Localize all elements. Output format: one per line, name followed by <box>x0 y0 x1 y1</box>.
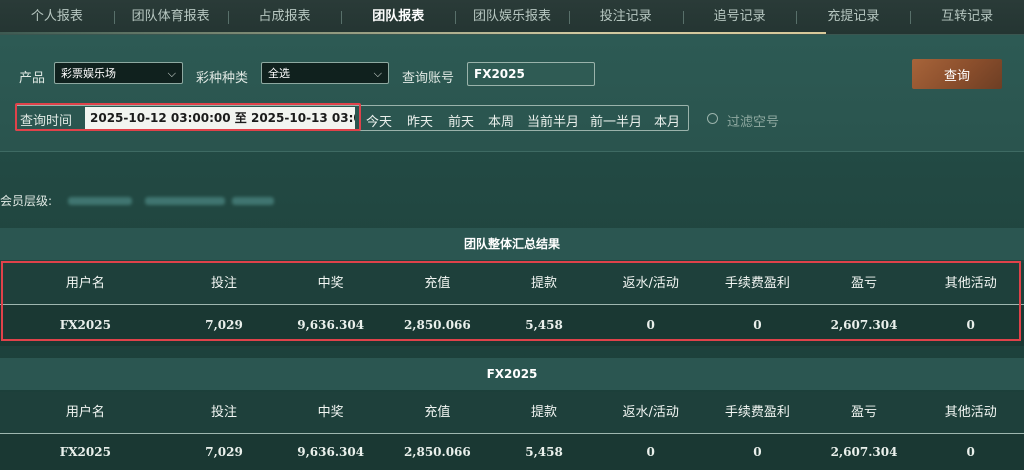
summary-title: 团队整体汇总结果 <box>0 228 1024 260</box>
column-header: 用户名 <box>65 405 105 420</box>
table-cell: 0 <box>753 318 762 332</box>
member-level-label: 会员层级: <box>0 194 53 208</box>
tab-personal-report[interactable]: 个人报表 <box>0 0 114 34</box>
column-header: 返水/活动 <box>622 276 679 291</box>
tab-transfer-records[interactable]: 互转记录 <box>910 0 1024 34</box>
query-button[interactable]: 查询 <box>912 59 1002 89</box>
quick-range-this-week[interactable]: 本周 <box>488 111 514 130</box>
column-header: 手续费盈利 <box>724 276 790 291</box>
tab-team-report[interactable]: 团队报表 <box>341 0 455 34</box>
tab-chase-records[interactable]: 追号记录 <box>682 0 797 34</box>
column-header: 提款 <box>531 276 558 291</box>
table-row: FX2025 7,029 9,636.304 2,850.066 5,458 0… <box>0 433 1024 470</box>
lottery-type-select-value: 全选 <box>268 67 290 80</box>
column-header: 其他活动 <box>944 276 997 291</box>
table-cell: 7,029 <box>205 445 243 459</box>
team-report-page: 个人报表 团队体育报表 占成报表 团队报表 团队娱乐报表 投注记录 追号记录 充… <box>0 0 1024 470</box>
column-header: 返水/活动 <box>622 405 679 420</box>
column-header: 提款 <box>531 405 558 420</box>
column-header: 投注 <box>211 405 238 420</box>
tab-team-entertainment-report[interactable]: 团队娱乐报表 <box>455 0 569 34</box>
tab-team-sports-report[interactable]: 团队体育报表 <box>113 0 228 34</box>
table-cell: FX2025 <box>59 445 111 459</box>
quick-range-this-month[interactable]: 本月 <box>654 111 680 130</box>
product-select-value: 彩票娱乐场 <box>61 67 116 80</box>
table-cell: 2,607.304 <box>830 318 898 332</box>
quick-range-yesterday[interactable]: 昨天 <box>407 111 433 130</box>
lottery-type-label: 彩种种类 <box>196 71 249 86</box>
column-header: 其他活动 <box>944 405 997 420</box>
filter-empty-radio[interactable] <box>707 113 718 124</box>
detail-title: FX2025 <box>0 358 1024 390</box>
detail-table: 用户名 投注 中奖 充值 提款 返水/活动 手续费盈利 盈亏 其他活动 FX20… <box>0 392 1024 470</box>
chevron-down-icon: ⌵ <box>167 67 176 80</box>
table-row: FX2025 7,029 9,636.304 2,850.066 5,458 0… <box>0 304 1024 346</box>
quick-range-today[interactable]: 今天 <box>366 111 392 130</box>
tab-share-report[interactable]: 占成报表 <box>227 0 342 34</box>
chevron-down-icon: ⌵ <box>373 67 382 80</box>
filter-empty-label[interactable]: 过滤空号 <box>727 111 779 130</box>
column-header: 盈亏 <box>851 276 878 291</box>
table-cell: 7,029 <box>205 318 243 332</box>
table-cell: FX2025 <box>59 318 111 332</box>
tab-deposit-withdraw-records[interactable]: 充提记录 <box>796 0 910 34</box>
column-header: 充值 <box>424 276 451 291</box>
member-level-blurred <box>232 197 274 205</box>
table-header: 用户名 投注 中奖 充值 提款 返水/活动 手续费盈利 盈亏 其他活动 <box>0 392 1024 433</box>
column-header: 中奖 <box>317 405 344 420</box>
lottery-type-select[interactable]: 全选 ⌵ <box>261 62 389 84</box>
product-label: 产品 <box>19 71 46 86</box>
table-cell: 0 <box>646 445 655 459</box>
time-highlight-box <box>15 103 361 131</box>
column-header: 手续费盈利 <box>724 405 790 420</box>
tab-underline <box>0 32 826 34</box>
column-header: 用户名 <box>65 276 105 291</box>
account-input[interactable] <box>467 62 595 86</box>
table-cell: 2,607.304 <box>830 445 898 459</box>
member-level-blurred <box>68 197 132 205</box>
table-cell: 2,850.066 <box>403 445 471 459</box>
table-cell: 9,636.304 <box>297 318 365 332</box>
table-cell: 2,850.066 <box>403 318 471 332</box>
column-header: 盈亏 <box>851 405 878 420</box>
account-label: 查询账号 <box>402 71 455 86</box>
product-select[interactable]: 彩票娱乐场 ⌵ <box>54 62 183 84</box>
column-header: 中奖 <box>317 276 344 291</box>
quick-range-day-before[interactable]: 前天 <box>448 111 474 130</box>
table-cell: 0 <box>646 318 655 332</box>
column-header: 充值 <box>424 405 451 420</box>
table-cell: 0 <box>966 445 975 459</box>
tab-bet-records[interactable]: 投注记录 <box>568 0 683 34</box>
quick-range-previous-half-month[interactable]: 前一半月 <box>590 111 642 130</box>
quick-range-current-half-month[interactable]: 当前半月 <box>527 111 579 130</box>
table-cell: 5,458 <box>525 318 563 332</box>
column-header: 投注 <box>211 276 238 291</box>
table-cell: 0 <box>966 318 975 332</box>
table-cell: 5,458 <box>525 445 563 459</box>
table-header: 用户名 投注 中奖 充值 提款 返水/活动 手续费盈利 盈亏 其他活动 <box>0 263 1024 304</box>
table-cell: 9,636.304 <box>297 445 365 459</box>
table-cell: 0 <box>753 445 762 459</box>
member-level-blurred <box>145 197 225 205</box>
summary-table: 用户名 投注 中奖 充值 提款 返水/活动 手续费盈利 盈亏 其他活动 FX20… <box>0 263 1024 346</box>
filter-panel: 产品 彩票娱乐场 ⌵ 彩种种类 全选 ⌵ 查询账号 查询 查询时间 2025-1… <box>0 35 1024 152</box>
report-tabs: 个人报表 团队体育报表 占成报表 团队报表 团队娱乐报表 投注记录 追号记录 充… <box>0 0 1024 35</box>
